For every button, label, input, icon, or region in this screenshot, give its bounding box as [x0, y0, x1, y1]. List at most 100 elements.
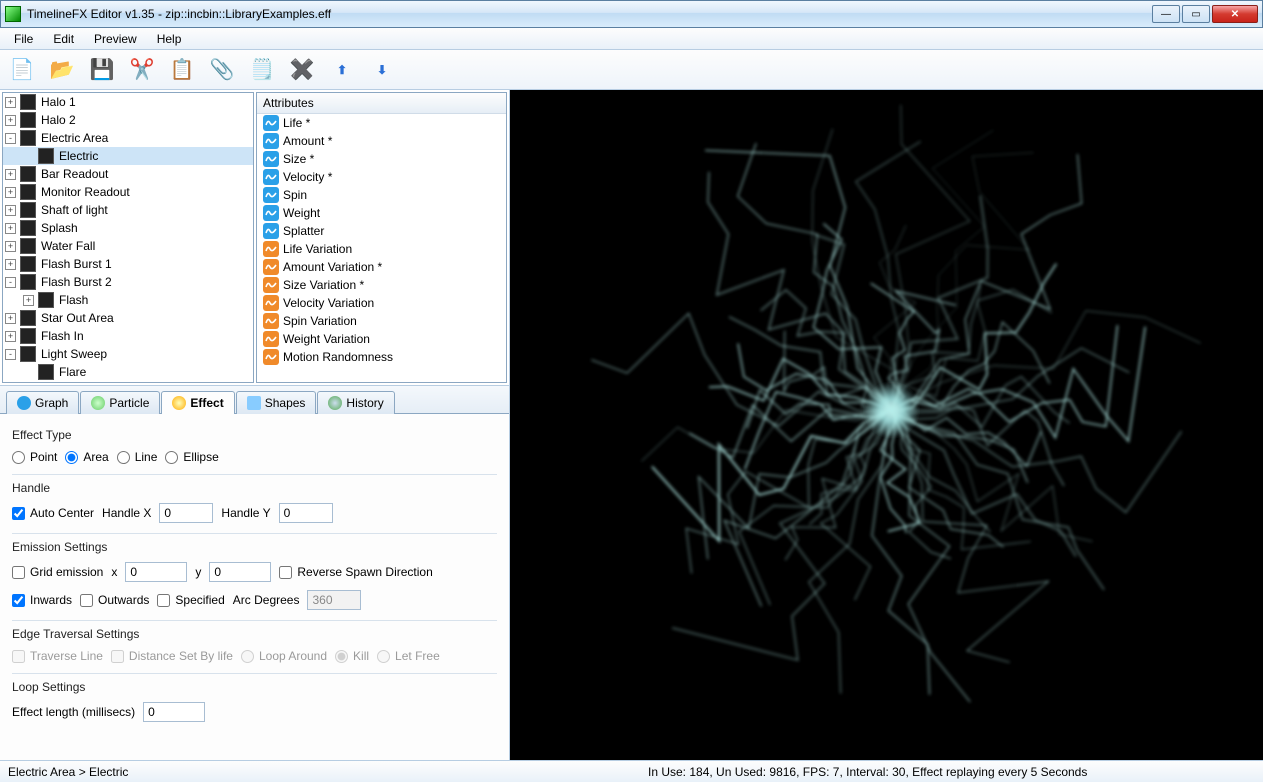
handle-x-label: Handle X: [102, 506, 151, 520]
emission-x-input[interactable]: [125, 562, 187, 582]
tree-item[interactable]: Electric: [3, 147, 253, 165]
attribute-item[interactable]: Velocity Variation: [257, 294, 506, 312]
tree-toggle-icon[interactable]: +: [5, 223, 16, 234]
attribute-item[interactable]: Amount *: [257, 132, 506, 150]
menu-help[interactable]: Help: [149, 30, 190, 48]
open-button[interactable]: 📂: [48, 56, 76, 84]
grid-emission-checkbox[interactable]: Grid emission: [12, 565, 103, 579]
attribute-item[interactable]: Life *: [257, 114, 506, 132]
attribute-item[interactable]: Spin Variation: [257, 312, 506, 330]
handle-y-input[interactable]: [279, 503, 333, 523]
tab-shapes[interactable]: Shapes: [236, 391, 317, 414]
menu-preview[interactable]: Preview: [86, 30, 145, 48]
tree-item[interactable]: +Halo 2: [3, 111, 253, 129]
tab-effect[interactable]: Effect: [161, 391, 234, 414]
tree-toggle-icon[interactable]: +: [5, 205, 16, 216]
tree-item[interactable]: +Flash: [3, 291, 253, 309]
close-button[interactable]: [1212, 5, 1258, 23]
tree-item[interactable]: Flare: [3, 363, 253, 381]
attribute-item[interactable]: Splatter: [257, 222, 506, 240]
radio-line[interactable]: Line: [117, 450, 158, 464]
effect-item-icon: [20, 112, 36, 128]
tree-toggle-icon[interactable]: +: [5, 97, 16, 108]
attribute-item[interactable]: Size Variation *: [257, 276, 506, 294]
tree-item-label: Monitor Readout: [41, 185, 130, 199]
tab-graph[interactable]: Graph: [6, 391, 79, 414]
attribute-item[interactable]: Weight Variation: [257, 330, 506, 348]
tree-item-label: Splash: [41, 221, 78, 235]
attributes-panel[interactable]: Attributes Life *Amount *Size *Velocity …: [256, 92, 507, 383]
radio-ellipse[interactable]: Ellipse: [165, 450, 218, 464]
effect-item-icon: [20, 274, 36, 290]
radio-point[interactable]: Point: [12, 450, 57, 464]
tree-toggle-icon[interactable]: +: [5, 313, 16, 324]
move-up-button[interactable]: ⬆: [328, 56, 356, 84]
save-button[interactable]: 💾: [88, 56, 116, 84]
wave-icon: [263, 241, 279, 257]
tree-toggle-icon[interactable]: +: [5, 259, 16, 270]
move-down-button[interactable]: ⬇: [368, 56, 396, 84]
tree-item[interactable]: +Water Fall: [3, 237, 253, 255]
inwards-checkbox[interactable]: Inwards: [12, 593, 72, 607]
attribute-label: Amount *: [283, 134, 332, 148]
attribute-label: Life Variation: [283, 242, 352, 256]
copy-button[interactable]: 📋: [168, 56, 196, 84]
tree-item[interactable]: -Light Sweep: [3, 345, 253, 363]
tree-toggle-icon[interactable]: -: [5, 133, 16, 144]
tab-particle[interactable]: Particle: [80, 391, 160, 414]
tree-toggle-icon[interactable]: -: [5, 277, 16, 288]
attribute-item[interactable]: Spin: [257, 186, 506, 204]
menu-file[interactable]: File: [6, 30, 41, 48]
tree-item[interactable]: +Shaft of light: [3, 201, 253, 219]
tree-item[interactable]: + Splash: [3, 219, 253, 237]
tree-item[interactable]: + Monitor Readout: [3, 183, 253, 201]
minimize-button[interactable]: —: [1152, 5, 1180, 23]
wave-icon: [263, 169, 279, 185]
attribute-item[interactable]: Amount Variation *: [257, 258, 506, 276]
emission-y-input[interactable]: [209, 562, 271, 582]
tree-item[interactable]: +Flash In: [3, 327, 253, 345]
reverse-spawn-checkbox[interactable]: Reverse Spawn Direction: [279, 565, 432, 579]
radio-area[interactable]: Area: [65, 450, 108, 464]
tree-toggle-icon[interactable]: +: [23, 295, 34, 306]
cut-button[interactable]: ✂️: [128, 56, 156, 84]
new-effect-button[interactable]: 🗒️: [248, 56, 276, 84]
maximize-button[interactable]: ▭: [1182, 5, 1210, 23]
attribute-item[interactable]: Size *: [257, 150, 506, 168]
handle-x-input[interactable]: [159, 503, 213, 523]
tree-item[interactable]: +Bar Readout: [3, 165, 253, 183]
tree-toggle-icon[interactable]: +: [5, 115, 16, 126]
effect-preview-icon: [510, 90, 1263, 760]
tree-item[interactable]: +Star Out Area: [3, 309, 253, 327]
tree-toggle-icon[interactable]: +: [5, 169, 16, 180]
effect-item-icon: [20, 94, 36, 110]
tree-item[interactable]: +Halo 1: [3, 93, 253, 111]
attribute-item[interactable]: Life Variation: [257, 240, 506, 258]
tree-toggle-icon[interactable]: +: [5, 187, 16, 198]
attribute-item[interactable]: Motion Randomness: [257, 348, 506, 366]
tree-item[interactable]: -Electric Area: [3, 129, 253, 147]
delete-button[interactable]: ✖️: [288, 56, 316, 84]
effect-item-icon: [20, 202, 36, 218]
tree-item[interactable]: -Flash Burst 2: [3, 273, 253, 291]
effect-length-input[interactable]: [143, 702, 205, 722]
attribute-item[interactable]: Velocity *: [257, 168, 506, 186]
tree-toggle-icon[interactable]: +: [5, 331, 16, 342]
tree-toggle-icon[interactable]: -: [5, 349, 16, 360]
specified-checkbox[interactable]: Specified: [157, 593, 224, 607]
preview-viewport[interactable]: [510, 90, 1263, 760]
menu-edit[interactable]: Edit: [45, 30, 82, 48]
wave-icon: [263, 223, 279, 239]
let-free-radio: Let Free: [377, 649, 440, 663]
tree-item[interactable]: +Flash Burst 1: [3, 255, 253, 273]
attribute-item[interactable]: Weight: [257, 204, 506, 222]
tree-toggle-icon: [23, 367, 34, 378]
outwards-checkbox[interactable]: Outwards: [80, 593, 149, 607]
auto-center-checkbox[interactable]: Auto Center: [12, 506, 94, 520]
tab-history[interactable]: History: [317, 391, 394, 414]
tree-toggle-icon[interactable]: +: [5, 241, 16, 252]
paste-button[interactable]: 📎: [208, 56, 236, 84]
wave-icon: [263, 151, 279, 167]
effect-tree[interactable]: +Halo 1+Halo 2-Electric AreaElectric+Bar…: [2, 92, 254, 383]
new-file-button[interactable]: 📄: [8, 56, 36, 84]
